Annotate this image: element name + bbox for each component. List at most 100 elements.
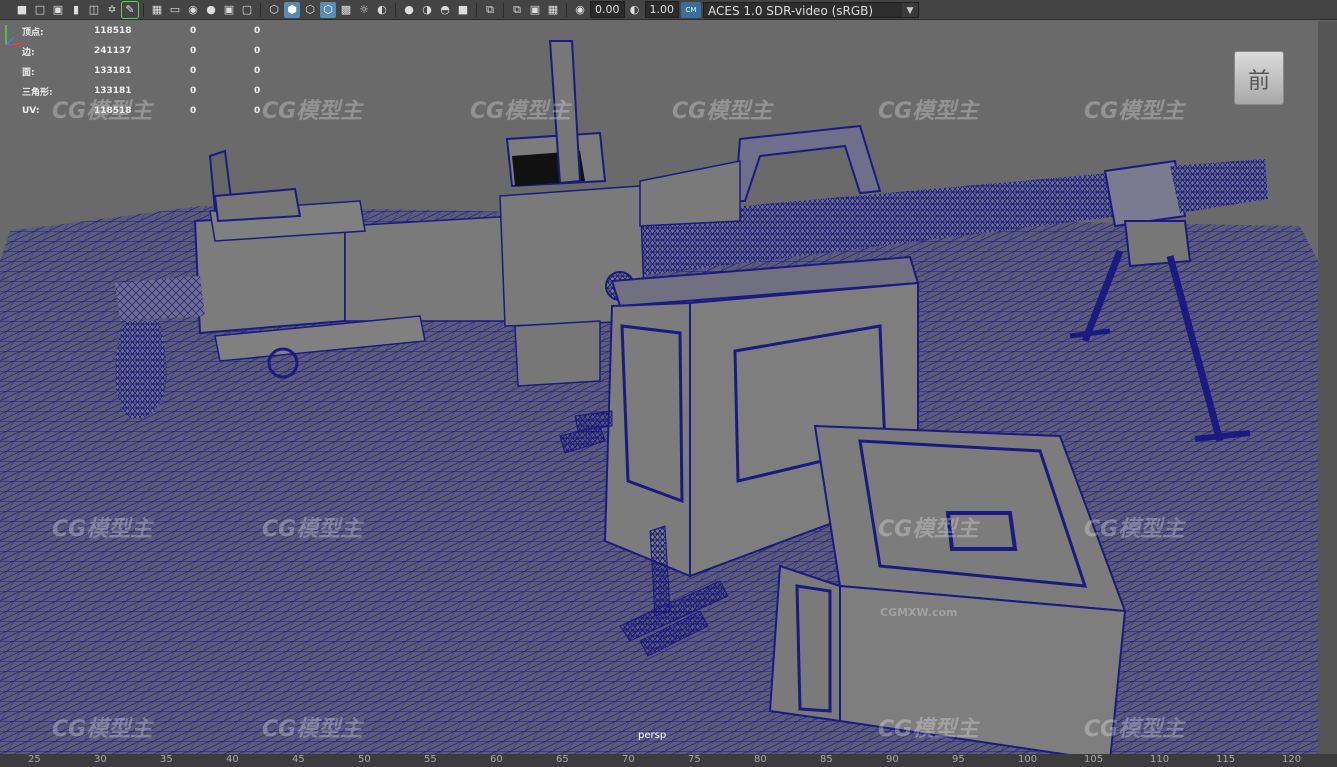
ruler-tick: 65 xyxy=(556,754,569,765)
camera-name-label: persp xyxy=(638,730,667,741)
ruler-tick: 30 xyxy=(94,754,107,765)
grease-pencil-icon[interactable]: ✎ xyxy=(121,0,139,19)
separator xyxy=(260,2,261,17)
ruler-tick: 60 xyxy=(490,754,503,765)
viewport-toolbar: ■ □ ▣ ▮ ◫ ✡ ✎ ▦ ▭ ◉ ● ▣ ▢ ⬡ ⬢ ⬡ ⬡ ▩ ☼ ◐ … xyxy=(0,0,1337,20)
exposure-icon[interactable]: ◉ xyxy=(572,2,588,18)
ruler-tick: 35 xyxy=(160,754,173,765)
ruler-tick: 70 xyxy=(622,754,635,765)
hud-label: 面: xyxy=(22,67,35,78)
gamma-icon[interactable]: ◐ xyxy=(627,2,643,18)
bipod-mount xyxy=(1123,220,1192,268)
watermark: CG模型主 xyxy=(262,517,363,542)
exposure-field[interactable]: 0.00 xyxy=(590,1,625,18)
separator xyxy=(143,2,144,17)
film-gate-icon[interactable]: ▭ xyxy=(167,2,183,18)
watermark: CG模型主 xyxy=(878,99,979,124)
ruler-tick: 95 xyxy=(952,754,965,765)
lights-icon[interactable]: ☼ xyxy=(356,2,372,18)
ruler-tick: 40 xyxy=(226,754,239,765)
ruler-tick: 115 xyxy=(1216,754,1236,765)
camera-attributes-icon[interactable]: ▣ xyxy=(50,2,66,18)
hud-selected: 0 xyxy=(190,86,197,96)
receiver-body xyxy=(344,215,516,322)
pistol-grip-mesh xyxy=(115,321,167,420)
resolution-gate-icon[interactable]: ◉ xyxy=(185,2,201,18)
isolate-select-icon[interactable]: ⧉ xyxy=(482,2,498,18)
hud-selected-2: 0 xyxy=(254,26,261,36)
depth-of-field-icon[interactable]: ■ xyxy=(455,2,471,18)
center-post xyxy=(514,320,601,387)
hud-label: 顶点: xyxy=(22,27,44,38)
muzzle-mesh xyxy=(1170,159,1268,213)
separator xyxy=(395,2,396,17)
hud-value: 118518 xyxy=(94,26,132,36)
hud-label: 边: xyxy=(22,47,35,58)
3d-viewport[interactable]: 顶点: 118518 0 0 边: 241137 0 0 面: 133181 0… xyxy=(0,21,1318,754)
chevron-down-icon[interactable]: ▼ xyxy=(902,2,918,17)
watermark: CG模型主 xyxy=(878,517,979,542)
vertical-scrollbar[interactable] xyxy=(1318,21,1337,754)
hud-selected: 0 xyxy=(190,46,197,56)
watermark: CG模型主 xyxy=(470,99,571,124)
watermark-url: CGMXW.com xyxy=(880,606,958,619)
camera-icon[interactable]: ■ xyxy=(14,2,30,18)
safe-action-icon[interactable]: ▢ xyxy=(239,2,255,18)
watermark: CG模型主 xyxy=(52,99,153,124)
ruler-tick: 120 xyxy=(1282,754,1302,765)
wireframe-icon[interactable]: ⬡ xyxy=(266,2,282,18)
hud-selected-2: 0 xyxy=(254,46,261,56)
anti-aliasing-icon[interactable]: ◓ xyxy=(437,2,453,18)
watermark: CG模型主 xyxy=(1084,99,1185,124)
separator xyxy=(566,2,567,17)
xray-joints-icon[interactable]: ▦ xyxy=(545,2,561,18)
time-ruler[interactable]: 25 30 35 40 45 50 55 60 65 70 75 80 85 90 95 100 105 110 1… xyxy=(0,754,1337,767)
watermark: CG模型主 xyxy=(262,717,363,742)
image-plane-icon[interactable]: ◫ xyxy=(86,2,102,18)
axis-gizmo-icon xyxy=(5,25,25,46)
hud-value: 133181 xyxy=(94,66,132,76)
grid-icon[interactable]: ▦ xyxy=(149,2,165,18)
feed-cover xyxy=(639,160,741,227)
xray-active-icon[interactable]: ▣ xyxy=(527,2,543,18)
buttstock-mesh xyxy=(115,276,205,321)
shadows-icon[interactable]: ◐ xyxy=(374,2,390,18)
smooth-shade-icon[interactable]: ⬢ xyxy=(284,1,300,18)
wireframe-on-shaded-icon[interactable]: ⬡ xyxy=(320,1,336,18)
hud-value: 241137 xyxy=(94,46,132,56)
hud-selected-2: 0 xyxy=(254,66,261,76)
pan-zoom-icon[interactable]: ✡ xyxy=(104,2,120,18)
hud-selected: 0 xyxy=(190,106,197,116)
motion-blur-icon[interactable]: ◑ xyxy=(419,2,435,18)
ruler-tick: 45 xyxy=(292,754,305,765)
hud-row: 面: 133181 0 0 xyxy=(22,61,318,81)
ruler-tick: 105 xyxy=(1084,754,1104,765)
watermark: CG模型主 xyxy=(1084,717,1185,742)
textured-icon[interactable]: ▩ xyxy=(338,2,354,18)
default-material-icon[interactable]: ⬡ xyxy=(302,2,318,18)
ruler-tick: 110 xyxy=(1150,754,1170,765)
carry-handle xyxy=(733,124,882,202)
color-space-dropdown[interactable]: ACES 1.0 SDR-video (sRGB) ▼ xyxy=(703,1,919,18)
watermark: CG模型主 xyxy=(672,99,773,124)
bookmark-icon[interactable]: ▮ xyxy=(68,2,84,18)
camera-lock-icon[interactable]: □ xyxy=(32,2,48,18)
ruler-tick: 100 xyxy=(1018,754,1038,765)
ruler-tick: 80 xyxy=(754,754,767,765)
ambient-occlusion-icon[interactable]: ● xyxy=(401,2,417,18)
watermark: CG模型主 xyxy=(1084,517,1185,542)
ruler-tick: 50 xyxy=(358,754,371,765)
hud-row: 顶点: 118518 0 0 xyxy=(22,21,318,41)
ruler-tick: 55 xyxy=(424,754,437,765)
hud-selected: 0 xyxy=(190,26,197,36)
view-cube[interactable]: 前 xyxy=(1234,51,1284,105)
gamma-field[interactable]: 1.00 xyxy=(644,1,679,18)
ammo-box-1-front xyxy=(603,301,691,578)
watermark: CG模型主 xyxy=(52,517,153,542)
field-chart-icon[interactable]: ▣ xyxy=(221,2,237,18)
xray-icon[interactable]: ⧉ xyxy=(509,2,525,18)
color-management-toggle[interactable]: CM xyxy=(681,1,701,18)
gate-mask-icon[interactable]: ● xyxy=(203,2,219,18)
watermark: CG模型主 xyxy=(878,717,979,742)
ruler-tick: 25 xyxy=(28,754,41,765)
